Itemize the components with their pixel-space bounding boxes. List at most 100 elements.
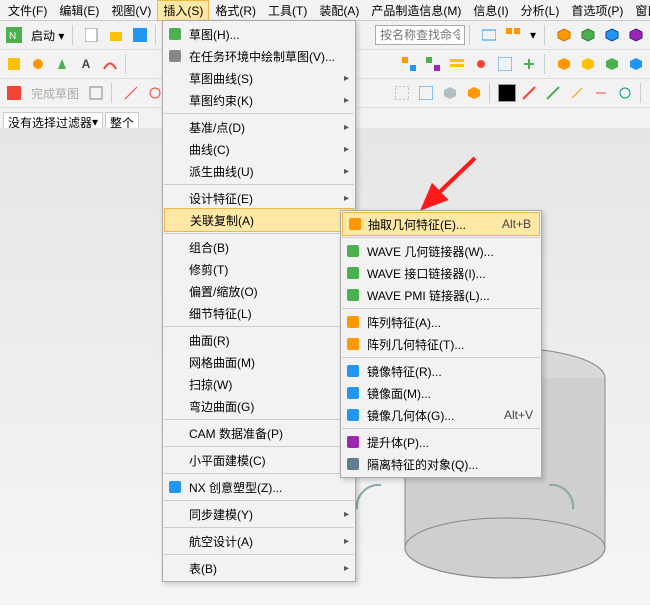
cube-icon[interactable] [601, 24, 623, 46]
sketch-tool-icon[interactable] [85, 82, 107, 104]
cube-icon[interactable] [625, 24, 647, 46]
menu-item[interactable]: 工具(T) [262, 0, 313, 21]
menu-item[interactable]: 基准/点(D)▸ [163, 116, 355, 138]
cube-icon[interactable] [577, 53, 599, 75]
menu-item[interactable]: NX 创意塑型(Z)... [163, 476, 355, 498]
menu-item[interactable]: CAM 数据准备(P)▸ [163, 422, 355, 444]
window-icon[interactable] [502, 24, 524, 46]
mirror-icon [345, 363, 361, 379]
menu-item[interactable]: 格式(R) [209, 0, 262, 21]
menu-item[interactable]: 修剪(T)▸ [163, 258, 355, 280]
tool-icon[interactable] [470, 53, 492, 75]
line-icon[interactable] [518, 82, 540, 104]
menu-item[interactable]: 镜像面(M)... [341, 382, 541, 404]
sketch-icon [167, 26, 183, 42]
menu-item[interactable]: 航空设计(A)▸ [163, 530, 355, 552]
measure-icon[interactable] [590, 82, 612, 104]
menu-item[interactable]: 偏置/缩放(O)▸ [163, 280, 355, 302]
layer-icon[interactable] [446, 53, 468, 75]
menu-item[interactable]: 装配(A) [313, 0, 365, 21]
menu-item[interactable]: 插入(S) [157, 0, 209, 21]
menu-item[interactable]: 草图(H)... [163, 23, 355, 45]
menu-item[interactable]: 首选项(P) [565, 0, 629, 21]
menu-item[interactable]: 产品制造信息(M) [365, 0, 467, 21]
new-icon[interactable] [81, 24, 103, 46]
menu-item[interactable]: 同步建模(Y)▸ [163, 503, 355, 525]
menu-item[interactable]: 文件(F) [2, 0, 53, 21]
menu-item[interactable]: 分析(L) [515, 0, 566, 21]
render-icon[interactable] [463, 82, 485, 104]
menu-item[interactable]: 阵列特征(A)... [341, 311, 541, 333]
associated-copy-submenu: 抽取几何特征(E)...Alt+B WAVE 几何链接器(W)...WAVE 接口… [340, 210, 542, 478]
submenu-arrow-icon: ▸ [344, 166, 349, 177]
menu-item-label: 隔离特征的对象(Q)... [367, 456, 478, 473]
menu-item[interactable]: 扫掠(W)▸ [163, 373, 355, 395]
menu-item[interactable]: 关联复制(A)▸ [164, 208, 354, 232]
curve-icon[interactable] [120, 82, 142, 104]
menu-item[interactable]: 编辑(E) [53, 0, 105, 21]
submenu-arrow-icon: ▸ [344, 95, 349, 106]
menu-item-label: 表(B) [189, 560, 217, 577]
menu-item[interactable]: 在任务环境中绘制草图(V)... [163, 45, 355, 67]
menu-item[interactable]: 信息(I) [467, 0, 514, 21]
curve-icon[interactable] [99, 53, 121, 75]
menu-item[interactable]: 视图(V) [105, 0, 157, 21]
save-icon[interactable] [129, 24, 151, 46]
cube-icon[interactable] [553, 24, 575, 46]
open-icon[interactable] [105, 24, 127, 46]
analysis-icon[interactable] [614, 82, 636, 104]
shortcut-label: Alt+V [504, 408, 533, 422]
menu-item[interactable]: 派生曲线(U)▸ [163, 160, 355, 182]
color-swatch[interactable] [498, 84, 516, 102]
menu-item[interactable]: WAVE 几何链接器(W)... [341, 240, 541, 262]
menu-item[interactable]: WAVE 接口链接器(I)... [341, 262, 541, 284]
menu-item-label: 草图曲线(S) [189, 70, 253, 87]
render-icon[interactable] [439, 82, 461, 104]
menu-item[interactable]: 网格曲面(M)▸ [163, 351, 355, 373]
cube-icon[interactable] [625, 53, 647, 75]
feature-icon[interactable] [3, 53, 25, 75]
view-icon[interactable] [415, 82, 437, 104]
menu-item[interactable]: 窗口(O) [629, 0, 650, 21]
menu-item[interactable]: 阵列几何特征(T)... [341, 333, 541, 355]
pattern-icon [345, 314, 361, 330]
dropdown-icon[interactable]: ▾ [526, 28, 540, 42]
menu-item[interactable]: 曲面(R)▸ [163, 329, 355, 351]
menu-item[interactable]: 小平面建模(C)▸ [163, 449, 355, 471]
tool-icon[interactable] [494, 53, 516, 75]
launch-button[interactable]: 启动 ▾ [27, 27, 68, 44]
menu-item[interactable]: 镜像几何体(G)...Alt+V [341, 404, 541, 426]
menu-item[interactable]: 细节特征(L)▸ [163, 302, 355, 324]
menu-item[interactable]: 弯边曲面(G)▸ [163, 395, 355, 417]
text-icon[interactable]: A [75, 53, 97, 75]
assembly-icon[interactable] [422, 53, 444, 75]
measure-icon[interactable] [566, 82, 588, 104]
nx-icon[interactable]: N [3, 24, 25, 46]
menu-item[interactable]: 设计特征(E)▸ [163, 187, 355, 209]
menu-item[interactable]: 提升体(P)... [341, 431, 541, 453]
menu-item[interactable]: 镜像特征(R)... [341, 360, 541, 382]
menu-item[interactable]: 组合(B)▸ [163, 236, 355, 258]
menu-item-label: 航空设计(A) [189, 533, 253, 550]
feature-icon[interactable] [51, 53, 73, 75]
tool-icon[interactable] [518, 53, 540, 75]
menu-item[interactable]: 隔离特征的对象(Q)... [341, 453, 541, 475]
cube-icon[interactable] [553, 53, 575, 75]
menu-item-label: 修剪(T) [189, 261, 228, 278]
window-icon[interactable] [478, 24, 500, 46]
menu-item[interactable]: 曲线(C)▸ [163, 138, 355, 160]
feature-icon[interactable] [27, 53, 49, 75]
menu-item-label: 网格曲面(M) [189, 354, 255, 371]
menu-item[interactable]: 草图约束(K)▸ [163, 89, 355, 111]
menu-item[interactable]: 草图曲线(S)▸ [163, 67, 355, 89]
view-icon[interactable] [391, 82, 413, 104]
cube-icon[interactable] [577, 24, 599, 46]
command-search-input[interactable] [375, 25, 465, 45]
finish-sketch-icon[interactable] [3, 82, 25, 104]
menu-item[interactable]: WAVE PMI 链接器(L)... [341, 284, 541, 306]
cube-icon[interactable] [601, 53, 623, 75]
line-icon[interactable] [542, 82, 564, 104]
assembly-icon[interactable] [398, 53, 420, 75]
menu-item[interactable]: 抽取几何特征(E)...Alt+B [342, 212, 540, 236]
menu-item[interactable]: 表(B)▸ [163, 557, 355, 579]
